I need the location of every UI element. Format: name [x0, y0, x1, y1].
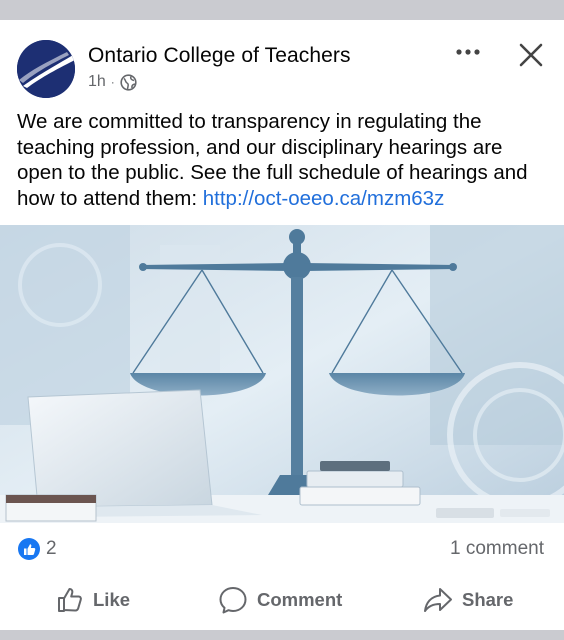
share-arrow-icon [424, 588, 452, 612]
post-card: Ontario College of Teachers 1h · We are … [0, 20, 564, 630]
page-name[interactable]: Ontario College of Teachers [88, 44, 351, 68]
comment-label: Comment [257, 589, 343, 610]
globe-icon [120, 73, 137, 91]
post-text: We are committed to transparency in regu… [17, 109, 552, 211]
share-button[interactable]: Share [423, 580, 513, 620]
like-count[interactable]: 2 [46, 538, 57, 560]
comment-button[interactable]: Comment [218, 580, 342, 620]
thumbs-up-icon [58, 588, 82, 612]
post-time[interactable]: 1h [88, 73, 106, 91]
page-logo-icon [17, 40, 75, 98]
avatar[interactable] [17, 40, 75, 98]
comment-bubble-icon [219, 587, 247, 614]
action-bar: Like Comment Share [0, 580, 564, 620]
more-options-icon[interactable] [452, 42, 484, 62]
like-label: Like [93, 589, 131, 610]
post-meta: 1h · [88, 73, 137, 91]
like-reaction-icon[interactable] [18, 538, 40, 560]
close-icon[interactable] [516, 40, 546, 70]
comment-count[interactable]: 1 comment [450, 538, 544, 560]
reactions-bar: 2 1 comment [0, 534, 564, 564]
post-header: Ontario College of Teachers 1h · [0, 20, 564, 110]
like-button[interactable]: Like [56, 580, 130, 620]
post-link[interactable]: http://oct-oeeo.ca/mzm63z [203, 187, 445, 210]
meta-separator: · [110, 75, 115, 89]
post-image[interactable] [0, 225, 564, 523]
scales-of-justice-image [0, 225, 564, 523]
share-label: Share [462, 589, 514, 610]
